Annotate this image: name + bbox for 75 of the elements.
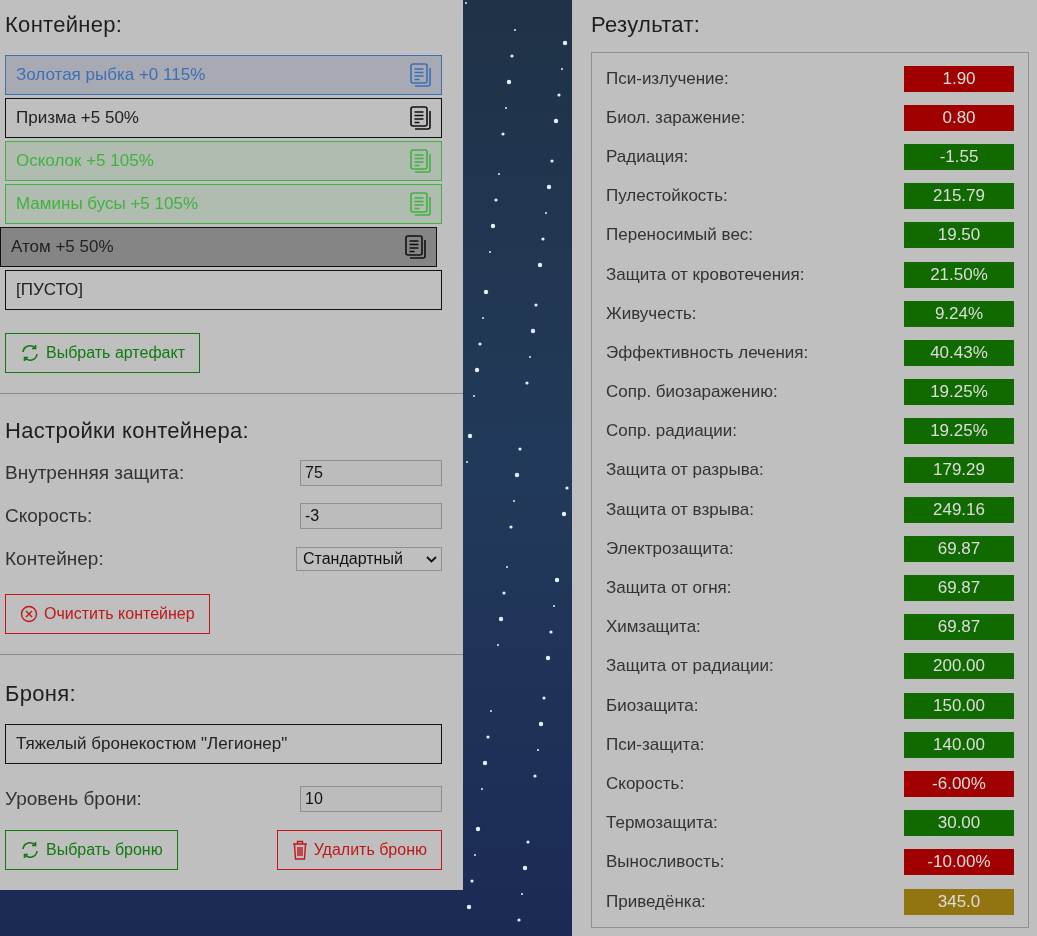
stat-value: 345.0 [904, 888, 1014, 915]
stat-value: 21.50% [904, 261, 1014, 288]
artifact-slot[interactable]: Золотая рыбка +0 115% [5, 55, 442, 95]
stat-value: 69.87 [904, 535, 1014, 562]
section-title: Броня: [5, 681, 77, 707]
close-circle-icon [20, 605, 38, 623]
stat-label: Биол. заражение: [606, 107, 746, 128]
stat-label: Скорость: [606, 773, 685, 794]
stat-value: -6.00% [904, 770, 1014, 797]
stat-value: 215.79 [904, 183, 1014, 210]
stat-value: 249.16 [904, 496, 1014, 523]
input-field[interactable]: -3 [300, 503, 442, 529]
stat-value: 19.25% [904, 379, 1014, 406]
stat-value: 200.00 [904, 653, 1014, 680]
pick-artifact-button[interactable]: Выбрать артефакт [5, 333, 200, 373]
stat-value: 9.24% [904, 300, 1014, 327]
field-label: Уровень брони: [5, 788, 142, 810]
stat-value: -10.00% [904, 849, 1014, 876]
stat-value: 69.87 [904, 575, 1014, 602]
field-label: Скорость: [5, 505, 93, 527]
stat-value: 150.00 [904, 692, 1014, 719]
section-title: Настройки контейнера: [5, 418, 250, 444]
artifact-slot[interactable]: Призма +5 50% [5, 98, 442, 138]
stat-label: Пси-защита: [606, 734, 705, 755]
section-title: Результат: [591, 12, 702, 38]
stat-label: Защита от огня: [606, 578, 732, 599]
refresh-icon [20, 343, 40, 363]
clear-container-button[interactable]: Очистить контейнер [5, 594, 210, 634]
stat-value: 30.00 [904, 810, 1014, 837]
input-field[interactable]: 10 [300, 786, 442, 812]
stat-value: 19.25% [904, 418, 1014, 445]
stat-label: Термозащита: [606, 813, 718, 834]
artifact-slot[interactable]: [ПУСТО] [5, 270, 442, 310]
field-label: Внутренняя защита: [5, 462, 185, 484]
chevron-down-icon [426, 555, 437, 563]
stat-label: Пулестойкость: [606, 186, 728, 207]
stat-label: Химзащита: [606, 617, 701, 638]
input-field[interactable]: 75 [300, 460, 442, 486]
armor-name-field[interactable]: Тяжелый бронекостюм "Легионер" [5, 724, 442, 764]
stat-label: Радиация: [606, 146, 689, 167]
stat-label: Пси-излучение: [606, 68, 729, 89]
stat-value: 140.00 [904, 731, 1014, 758]
refresh-icon [20, 840, 40, 860]
stat-value: 69.87 [904, 614, 1014, 641]
stat-label: Электрозащита: [606, 538, 734, 559]
stat-label: Защита от радиации: [606, 656, 774, 677]
section-title: Контейнер: [5, 12, 124, 38]
stat-label: Биозащита: [606, 695, 699, 716]
stat-value: 0.80 [904, 104, 1014, 131]
stat-label: Защита от разрыва: [606, 460, 764, 481]
artifact-slot[interactable]: Атом +5 50% [0, 227, 437, 267]
stat-label: Защита от взрыва: [606, 499, 754, 520]
document-icon [410, 105, 432, 131]
stat-value: 19.50 [904, 222, 1014, 249]
document-icon [410, 62, 432, 88]
document-icon [405, 234, 427, 260]
stat-value: -1.55 [904, 143, 1014, 170]
stat-label: Защита от кровотечения: [606, 264, 805, 285]
stat-label: Живучесть: [606, 303, 697, 324]
trash-icon [291, 840, 308, 860]
stat-value: 40.43% [904, 339, 1014, 366]
delete-armor-button[interactable]: Удалить броню [276, 830, 442, 870]
stat-label: Сопр. радиации: [606, 421, 738, 442]
stat-value: 179.29 [904, 457, 1014, 484]
stat-label: Эффективность лечения: [606, 342, 809, 363]
document-icon [410, 191, 432, 217]
stat-label: Выносливость: [606, 852, 725, 873]
document-icon [410, 148, 432, 174]
stat-value: 1.90 [904, 65, 1014, 92]
container-select[interactable]: Стандартный [296, 547, 442, 571]
stat-label: Сопр. биозаражению: [606, 382, 778, 403]
field-label: Контейнер: [5, 548, 104, 570]
stat-label: Приведёнка: [606, 891, 706, 912]
stat-label: Переносимый вес: [606, 225, 754, 246]
pick-armor-button[interactable]: Выбрать броню [5, 830, 178, 870]
